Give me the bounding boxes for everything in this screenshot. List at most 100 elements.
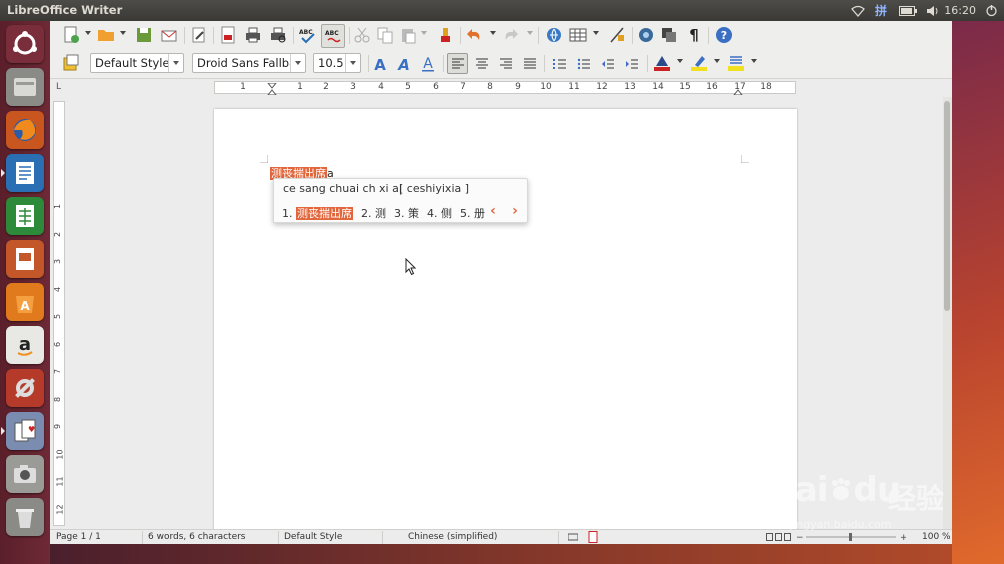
horizontal-ruler[interactable]: 1 1 2 3 4 5 6 7 8 9 10 11 12 13 14 15 16 17 18 [214,81,796,95]
background-color-dropdown-icon[interactable] [751,59,757,63]
toolbar-separator [349,27,350,44]
align-right-icon[interactable] [495,53,516,74]
files-icon[interactable] [6,68,44,106]
decrease-indent-icon[interactable] [597,53,618,74]
redo-icon[interactable] [500,24,522,46]
save-icon[interactable] [133,24,155,46]
insert-mode-icon[interactable] [567,533,579,544]
copy-icon[interactable] [374,24,396,46]
view-layout-icon[interactable] [766,533,792,544]
formatting-marks-icon[interactable]: ¶ [683,24,705,46]
svg-text:ABC: ABC [299,29,313,36]
bold-icon[interactable]: A [369,53,391,75]
page-count[interactable]: Page 1 / 1 [56,532,101,542]
zoom-level[interactable]: 100 % [922,532,951,542]
edit-mode-icon[interactable] [188,24,210,46]
amazon-icon[interactable]: a [6,326,44,364]
cut-icon[interactable] [351,24,373,46]
hyperlink-icon[interactable] [543,24,565,46]
language-status[interactable]: Chinese (simplified) [408,532,497,542]
impress-icon[interactable] [6,240,44,278]
ubuntu-dash-icon[interactable] [6,25,44,63]
paste-dropdown-icon[interactable] [421,31,427,35]
vertical-scrollbar[interactable] [943,97,952,529]
table-dropdown-icon[interactable] [593,31,599,35]
font-size-select[interactable]: 10.5 [313,53,361,73]
align-center-icon[interactable] [471,53,492,74]
ime-candidate[interactable]: 4. 侧 [427,205,452,221]
volume-icon[interactable] [925,2,941,19]
input-method-icon[interactable]: 拼 [873,2,889,19]
styles-formatting-icon[interactable] [60,52,82,74]
navigator-icon[interactable] [635,24,657,46]
ime-english-hint[interactable]: [ ceshiyixia ] [399,182,469,195]
export-pdf-icon[interactable] [217,24,239,46]
open-folder-icon[interactable] [95,24,117,46]
background-color-icon[interactable] [725,52,747,74]
scrollbar-thumb[interactable] [944,101,950,311]
draw-functions-icon[interactable] [606,24,628,46]
solitaire-icon[interactable]: ♥ [6,412,44,450]
open-dropdown-icon[interactable] [120,31,126,35]
vruler-tick-label: 9 [53,423,63,430]
left-indent-marker-icon[interactable] [267,83,277,95]
right-indent-marker-icon[interactable] [733,83,743,95]
next-page-arrow-icon[interactable]: › [508,203,522,219]
highlighting-dropdown-icon[interactable] [714,59,720,63]
vruler-tick-label: 6 [53,341,63,347]
wifi-icon[interactable] [850,2,866,19]
justify-icon[interactable] [519,53,540,74]
print-preview-icon[interactable] [267,24,289,46]
increase-indent-icon[interactable] [621,53,642,74]
email-document-icon[interactable] [158,24,180,46]
clock[interactable]: 16:20 [944,4,976,17]
undo-icon[interactable] [463,24,485,46]
highlighting-icon[interactable] [688,52,710,74]
ime-candidate[interactable]: 3. 策 [394,205,419,221]
paste-icon[interactable] [397,24,419,46]
print-icon[interactable] [242,24,264,46]
help-icon[interactable]: ? [713,24,735,46]
spelling-icon[interactable]: ABC [296,24,318,46]
tab-stop-type-corner[interactable]: L [56,82,61,92]
undo-dropdown-icon[interactable] [490,31,496,35]
clone-formatting-icon[interactable] [435,24,457,46]
power-icon[interactable] [983,2,999,19]
table-icon[interactable] [567,24,589,46]
gallery-icon[interactable] [658,24,680,46]
prev-page-arrow-icon[interactable]: ‹ [486,203,500,219]
bullets-icon[interactable] [573,53,594,74]
ime-candidate[interactable]: 2. 测 [361,205,386,221]
document-page[interactable]: 测丧揣出席a [214,109,797,529]
align-left-icon[interactable] [447,53,468,74]
battery-icon[interactable] [898,2,918,19]
font-name-select[interactable]: Droid Sans Fallbac [192,53,306,73]
calc-icon[interactable] [6,197,44,235]
redo-dropdown-icon[interactable] [527,31,533,35]
font-color-icon[interactable] [651,52,673,74]
ime-candidate[interactable]: 5. 册 [460,205,485,221]
page-style[interactable]: Default Style [284,532,342,542]
numbering-icon[interactable] [549,53,570,74]
font-color-dropdown-icon[interactable] [677,59,683,63]
trash-icon[interactable] [6,498,44,536]
camera-icon[interactable] [6,455,44,493]
new-dropdown-icon[interactable] [85,31,91,35]
ime-candidate[interactable]: 1. 测丧揣出席 [282,205,353,221]
underline-icon[interactable]: A [417,53,439,75]
chevron-down-icon[interactable] [345,54,360,72]
document-area[interactable]: 测丧揣出席a [67,97,943,529]
software-center-icon[interactable]: A [6,283,44,321]
new-document-icon[interactable] [60,24,82,46]
paragraph-style-select[interactable]: Default Style [90,53,184,73]
vertical-ruler[interactable]: 1 2 3 4 5 6 7 8 9 10 11 12 [53,101,65,526]
writer-icon[interactable] [6,154,44,192]
italic-icon[interactable]: A [393,53,415,75]
system-settings-icon[interactable] [6,369,44,407]
word-count[interactable]: 6 words, 6 characters [148,532,246,542]
chevron-down-icon[interactable] [290,54,305,72]
ime-candidate-list: 1. 测丧揣出席 2. 测 3. 策 4. 侧 5. 册 [282,205,493,221]
chevron-down-icon[interactable] [168,54,183,72]
auto-spellcheck-icon[interactable]: ABC [321,24,345,48]
firefox-icon[interactable] [6,111,44,149]
